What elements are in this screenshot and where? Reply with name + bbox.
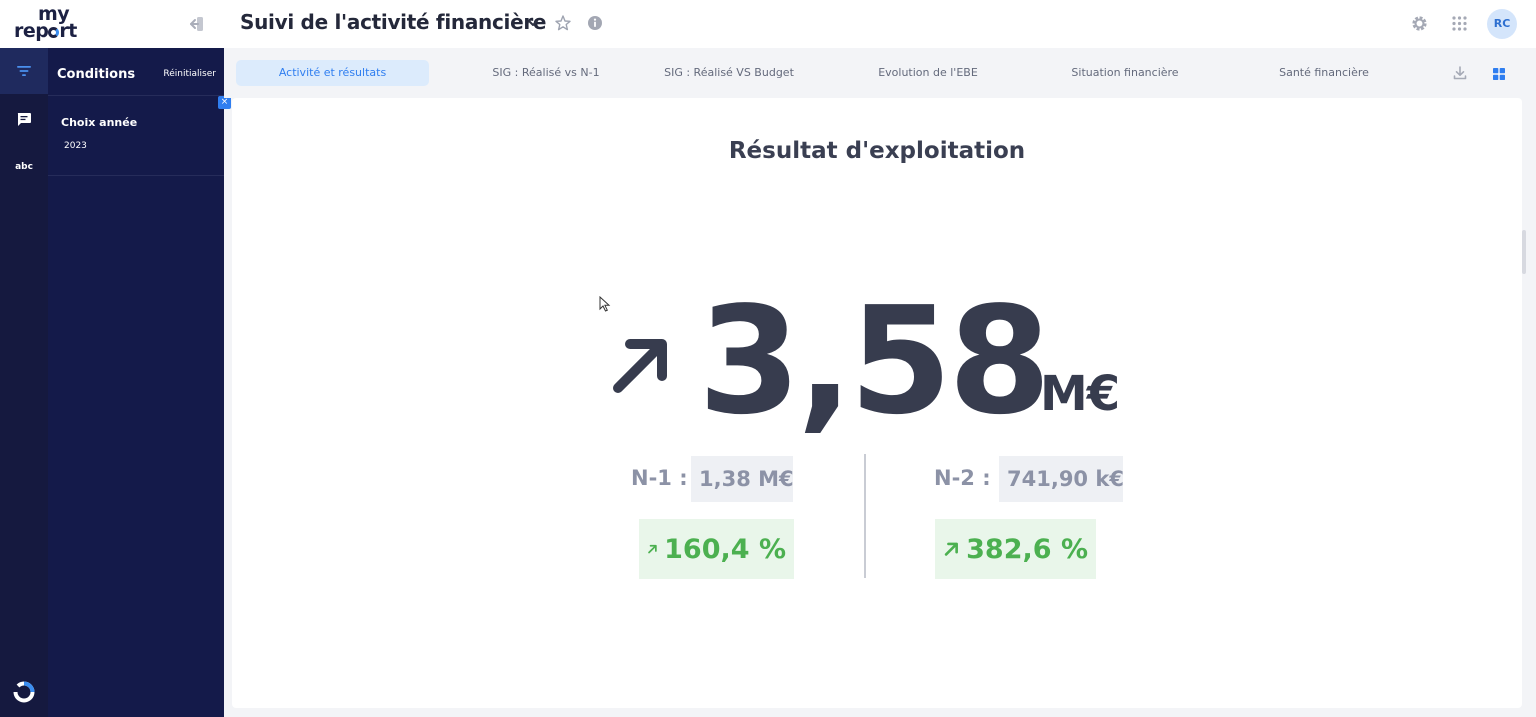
layout-button[interactable] [1492, 66, 1506, 80]
page-tabs: Activité et résultats SIG : Réalisé vs N… [224, 48, 1536, 98]
comparison-n2-change: 382,6 % [935, 519, 1096, 579]
collapse-sidebar-icon [190, 17, 203, 31]
dashboard-layout-icon [1493, 68, 1505, 80]
settings-button[interactable] [1410, 14, 1429, 33]
tab-evolution-ebe[interactable]: Evolution de l'EBE [856, 60, 1000, 86]
apps-menu-button[interactable] [1451, 15, 1468, 32]
kpi-unit: M€ [1040, 366, 1120, 422]
collapse-sidebar-button[interactable] [186, 14, 206, 34]
conditions-title: Conditions [57, 67, 136, 82]
rail-text-button[interactable]: abc [0, 144, 48, 190]
title-dropdown-button[interactable] [526, 15, 540, 29]
kpi-title: Résultat d'exploitation [728, 138, 1026, 164]
loader-icon [12, 680, 36, 704]
star-icon [555, 15, 571, 31]
tab-activite-resultats[interactable]: Activité et résultats [236, 60, 429, 86]
filter-icon [17, 66, 31, 76]
comparison-n1-label: N-1 : [631, 466, 688, 490]
text-icon: abc [15, 162, 33, 172]
download-button[interactable] [1452, 65, 1468, 81]
trend-up-arrow-icon [613, 339, 667, 393]
myreport-logo[interactable]: my rep rt [14, 4, 100, 44]
tab-sig-budget[interactable]: SIG : Réalisé VS Budget [644, 60, 814, 86]
logo-text-bottom-prefix: rep [14, 20, 49, 42]
kpi-card: Résultat d'exploitation 3,58 M€ N-1 : 1,… [232, 98, 1522, 708]
comment-icon [17, 112, 31, 126]
comparison-n1-change: 160,4 % [639, 519, 794, 579]
trend-up-icon [944, 542, 958, 556]
grid-dots-icon [1452, 16, 1467, 31]
tab-situation-financiere[interactable]: Situation financière [1050, 60, 1200, 86]
logo-text-bottom-suffix: rt [59, 20, 77, 42]
page-title: Suivi de l'activité financière [240, 10, 547, 34]
tab-sig-n-1[interactable]: SIG : Réalisé vs N-1 [454, 60, 638, 86]
scrollbar-thumb[interactable] [1522, 230, 1526, 274]
logo-ring-icon [48, 27, 60, 38]
comparison-n2-label: N-2 : [934, 466, 991, 490]
gear-icon [1412, 16, 1427, 31]
mouse-cursor-icon [599, 296, 611, 312]
filter-label: Choix année [61, 116, 138, 129]
comparison-n2-change-text: 382,6 % [966, 533, 1088, 565]
filter-value: 2023 [64, 141, 87, 151]
comparison-n2-value: 741,90 k€ [999, 456, 1124, 502]
user-avatar[interactable]: RC [1487, 9, 1517, 39]
tab-sante-financiere[interactable]: Santé financière [1252, 60, 1396, 86]
chevron-down-icon [528, 20, 538, 26]
logo-text-bottom: rep rt [14, 21, 77, 41]
info-icon [588, 16, 602, 30]
conditions-header: Conditions Réinitialiser [48, 48, 224, 96]
comparison-divider [864, 454, 866, 578]
rail-filters-button[interactable] [0, 48, 48, 94]
top-bar: my reprt Suivi de l'activité financière [0, 0, 1536, 48]
download-icon [1453, 66, 1467, 80]
kpi-value: 3,58 [698, 275, 1051, 447]
left-rail: abc [0, 48, 48, 717]
info-button[interactable] [587, 15, 603, 31]
filter-year[interactable]: Choix année 2023 [48, 96, 224, 176]
trend-up-icon [648, 544, 657, 554]
rail-comments-button[interactable] [0, 96, 48, 142]
comparison-n1-value: 1,38 M€ [691, 456, 794, 502]
reset-button[interactable]: Réinitialiser [163, 69, 216, 79]
conditions-panel: Conditions Réinitialiser Choix année 202… [48, 48, 231, 717]
favorite-button[interactable] [554, 14, 572, 32]
comparison-n1-change-text: 160,4 % [664, 533, 786, 565]
